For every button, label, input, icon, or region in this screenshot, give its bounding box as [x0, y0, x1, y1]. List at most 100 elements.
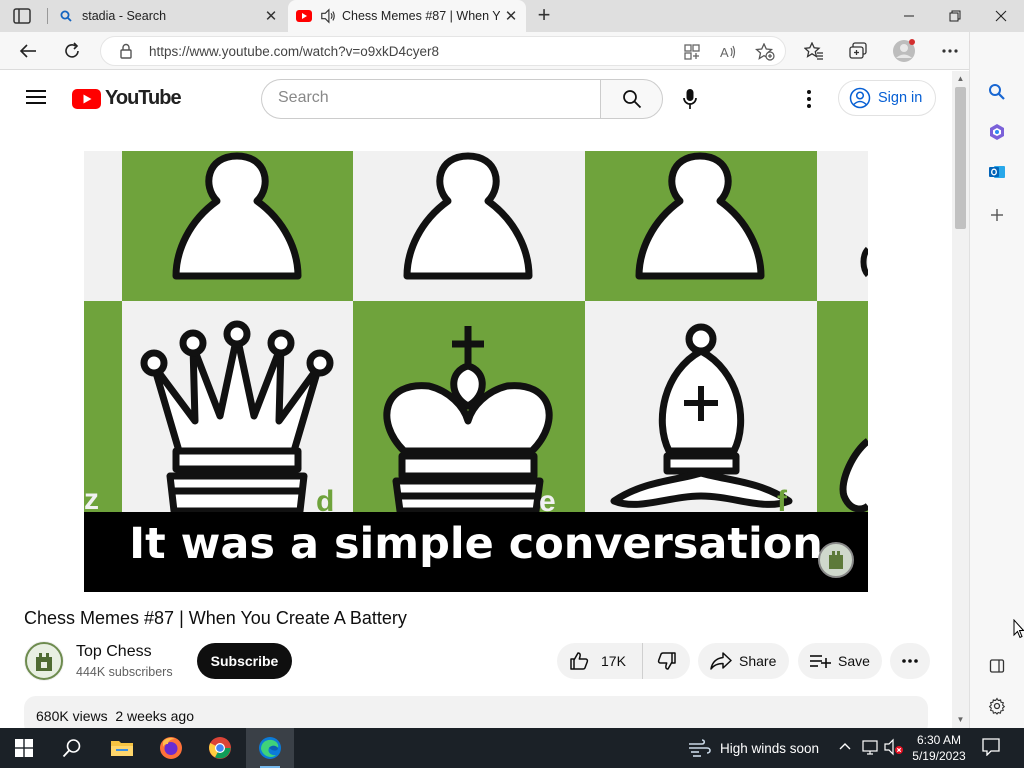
- tab-title: Chess Memes #87 | When Y: [342, 9, 500, 23]
- weather-widget[interactable]: High winds soon: [688, 739, 819, 757]
- channel-avatar[interactable]: [24, 641, 64, 681]
- weather-text: High winds soon: [720, 740, 820, 756]
- description-box[interactable]: 680K views 2 weeks ago: [24, 696, 928, 728]
- tab-stadia-search[interactable]: stadia - Search ✕: [50, 0, 286, 32]
- sidebar-settings-gear-icon[interactable]: [986, 695, 1008, 717]
- mouse-cursor-icon: [1013, 618, 1024, 644]
- refresh-button[interactable]: [58, 38, 86, 64]
- taskbar-search-icon[interactable]: [60, 736, 84, 760]
- save-button[interactable]: Save: [798, 643, 882, 679]
- show-hidden-icons-chevron-icon[interactable]: [838, 738, 852, 759]
- view-count: 680K views: [36, 708, 108, 724]
- svg-text:A: A: [720, 45, 729, 60]
- voice-search-mic-icon[interactable]: [678, 87, 702, 111]
- channel-name[interactable]: Top Chess: [76, 643, 152, 661]
- scrollbar-thumb[interactable]: [955, 87, 966, 229]
- outlook-icon[interactable]: [986, 161, 1008, 183]
- close-window-button[interactable]: [978, 0, 1024, 32]
- video-caption: It was a simple conversation: [129, 519, 823, 569]
- speaker-icon[interactable]: [320, 8, 336, 24]
- page-scrollbar[interactable]: ▲ ▼: [952, 71, 969, 728]
- add-favorite-icon[interactable]: [754, 42, 775, 66]
- file-explorer-icon[interactable]: [110, 736, 134, 760]
- youtube-logo[interactable]: YouTube: [72, 87, 182, 110]
- youtube-wordmark: YouTube: [105, 87, 182, 109]
- add-sidebar-app-icon[interactable]: [986, 204, 1008, 226]
- minimize-button[interactable]: [886, 0, 932, 32]
- subscriber-count: 444K subscribers: [76, 665, 173, 679]
- network-icon[interactable]: [862, 738, 880, 759]
- search-icon: [622, 90, 641, 109]
- back-button[interactable]: [14, 38, 42, 64]
- search-icon[interactable]: [986, 81, 1008, 103]
- volume-muted-icon[interactable]: [884, 738, 904, 759]
- more-actions-button[interactable]: [890, 643, 930, 679]
- scroll-down-arrow-icon[interactable]: ▼: [956, 715, 965, 724]
- sign-in-button[interactable]: Sign in: [838, 80, 936, 116]
- restore-button[interactable]: [932, 0, 978, 32]
- more-horizontal-icon: [902, 659, 918, 663]
- share-label: Share: [739, 653, 777, 669]
- app-available-icon[interactable]: [683, 43, 701, 66]
- lock-icon[interactable]: [119, 43, 133, 64]
- firefox-icon[interactable]: [159, 736, 183, 760]
- youtube-favicon-icon: [296, 8, 312, 24]
- tab-strip: stadia - Search ✕ Chess Memes #87 | When…: [0, 0, 1024, 32]
- bing-search-icon: [58, 8, 74, 24]
- close-tab-icon[interactable]: ✕: [260, 5, 282, 27]
- tab-chess-memes[interactable]: Chess Memes #87 | When Y ✕: [288, 0, 526, 32]
- add-to-playlist-icon: [810, 655, 831, 668]
- hamburger-menu-icon[interactable]: [26, 89, 46, 105]
- video-meta: 680K views 2 weeks ago: [36, 708, 194, 724]
- notifications-icon[interactable]: [982, 738, 1000, 761]
- share-button[interactable]: Share: [698, 643, 789, 679]
- youtube-play-logo-icon: [72, 88, 101, 109]
- tab-separator: [47, 8, 48, 24]
- office-icon[interactable]: [986, 121, 1008, 143]
- youtube-watch-page: YouTube Sign in: [0, 71, 952, 728]
- account-circle-icon: [849, 87, 871, 109]
- upload-age: 2 weeks ago: [115, 708, 194, 724]
- clock-date: 5/19/2023: [912, 749, 966, 763]
- address-bar[interactable]: https://www.youtube.com/watch?v=o9xkD4cy…: [100, 36, 786, 66]
- settings-kebab-icon[interactable]: [798, 87, 820, 111]
- like-count: 17K: [601, 653, 626, 669]
- like-dislike-group: 17K: [557, 643, 690, 679]
- url-text[interactable]: https://www.youtube.com/watch?v=o9xkD4cy…: [149, 44, 439, 59]
- profile-avatar-icon[interactable]: [890, 38, 918, 64]
- like-button[interactable]: 17K: [557, 643, 643, 679]
- video-player[interactable]: d e f z It was a simple conversation: [84, 151, 868, 592]
- thumbs-down-icon: [657, 652, 676, 670]
- clock-time: 6:30 AM: [916, 733, 962, 747]
- hide-sidebar-icon[interactable]: [986, 655, 1008, 677]
- favorites-icon[interactable]: [800, 38, 828, 64]
- close-tab-icon[interactable]: ✕: [500, 5, 522, 27]
- search-button[interactable]: [600, 79, 663, 119]
- browser-toolbar: https://www.youtube.com/watch?v=o9xkD4cy…: [0, 32, 1024, 70]
- tab-title: stadia - Search: [82, 9, 167, 23]
- search-input[interactable]: [278, 89, 578, 107]
- settings-more-icon[interactable]: [936, 38, 964, 64]
- scroll-up-arrow-icon[interactable]: ▲: [956, 74, 965, 83]
- thumbs-up-icon: [570, 652, 589, 670]
- dislike-button[interactable]: [643, 643, 690, 679]
- taskbar-clock[interactable]: 6:30 AM 5/19/2023: [904, 732, 974, 764]
- new-tab-button[interactable]: +: [533, 4, 555, 27]
- share-arrow-icon: [710, 652, 732, 670]
- chrome-icon[interactable]: [208, 736, 232, 760]
- pawn-piece: [172, 152, 765, 280]
- collections-icon[interactable]: [844, 38, 872, 64]
- video-frame-chessboard: d e f z It was a simple conversation: [84, 151, 868, 592]
- windows-taskbar: High winds soon 6:30 AM 5/19/2023: [0, 728, 1024, 768]
- edge-icon[interactable]: [258, 736, 282, 760]
- svg-text:z: z: [84, 483, 99, 516]
- save-label: Save: [838, 653, 870, 669]
- search-box[interactable]: [261, 79, 600, 119]
- windows-start-icon[interactable]: [12, 736, 36, 760]
- search-bar: [261, 79, 663, 119]
- read-aloud-icon[interactable]: A: [719, 43, 737, 66]
- subscribe-button[interactable]: Subscribe: [197, 643, 292, 679]
- video-title: Chess Memes #87 | When You Create A Batt…: [24, 608, 407, 628]
- tab-actions-icon[interactable]: [12, 7, 32, 25]
- sign-in-label: Sign in: [878, 90, 923, 106]
